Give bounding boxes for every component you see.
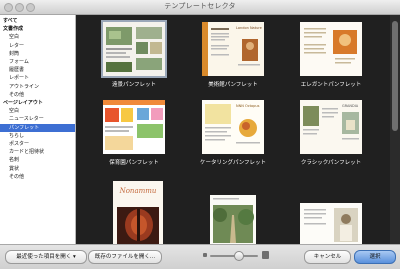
large-thumbnail-icon [262, 251, 269, 259]
chevron-down-icon: ▾ [73, 254, 76, 260]
zoom-slider-knob[interactable] [233, 251, 244, 261]
gallery-scrollbar[interactable] [390, 15, 400, 244]
sidebar-item-label: カードと招待状 [9, 149, 45, 156]
sidebar-item-label: すべて [3, 18, 18, 24]
template-card[interactable]: エレガントパンフレット [296, 20, 366, 95]
sidebar-item[interactable]: パンフレット [0, 123, 75, 132]
sidebar-item-label: その他 [9, 91, 25, 98]
template-label: 遠景パンフレット [111, 82, 157, 88]
template-gallery: 遠景パンフレット London Nature 美術館パンフレット エレガントパン… [76, 15, 390, 244]
sidebar-item-label: 賞状 [9, 165, 20, 172]
catering-heading: NNN Octopus [236, 104, 260, 108]
wedding-brochure-preview [300, 203, 362, 244]
template-thumbnail[interactable] [300, 22, 362, 76]
sidebar-item[interactable]: アウトライン [0, 83, 75, 91]
sidebar-item[interactable]: カードと招待状 [0, 148, 75, 156]
template-thumbnail[interactable] [101, 20, 167, 78]
sidebar-item-label: ニュースレター [9, 116, 44, 123]
sidebar-item-label: ページレイアウト [3, 100, 43, 106]
sidebar-item-label: フォーム [9, 59, 29, 65]
template-thumbnail[interactable] [300, 203, 362, 244]
sidebar-item[interactable]: レポート [0, 74, 75, 82]
template-card[interactable] [296, 177, 366, 244]
sidebar-item-label: パンフレット [9, 124, 40, 131]
template-thumbnail[interactable]: Nonammu [113, 181, 163, 244]
title-bar: テンプレートセレクタ [0, 0, 400, 15]
sidebar-item-label: その他 [9, 173, 25, 180]
sidebar-item-label: ポスター [9, 141, 30, 147]
sidebar-item[interactable]: その他 [0, 173, 75, 181]
elegant-brochure-preview [300, 22, 362, 76]
template-thumbnail[interactable] [103, 100, 165, 154]
cancel-button[interactable]: キャンセル [304, 250, 351, 264]
sidebar-item[interactable]: すべて [0, 17, 75, 25]
choose-button[interactable]: 選択 [354, 250, 396, 264]
template-chooser-window: テンプレートセレクタ すべて 文書作成 空白 レター 封筒 フォーム 履歴書 レ… [0, 0, 400, 269]
museum-heading: London Nature [236, 26, 262, 30]
sidebar-item[interactable]: レター [0, 42, 75, 50]
sidebar-item-label: 文書作成 [3, 26, 24, 33]
landscape-brochure-preview [103, 22, 165, 76]
garden-path-preview [210, 195, 256, 244]
template-label: クラシックパンフレット [300, 160, 362, 166]
sidebar-item-label: 封筒 [9, 50, 20, 57]
sidebar-item-label: 空白 [9, 34, 20, 41]
sidebar-item-label: 名刺 [9, 157, 20, 164]
sidebar-item-label: レター [9, 42, 25, 49]
sidebar-item-label: ちらし [9, 132, 25, 139]
template-card[interactable]: 遠景パンフレット [99, 20, 169, 95]
open-existing-file-button[interactable]: 既存のファイルを開く... [88, 250, 162, 264]
sidebar-item[interactable]: 空白 [0, 33, 75, 41]
classic-heading: GRANDIA [342, 104, 359, 108]
template-label: エレガントパンフレット [300, 82, 362, 88]
sidebar-item[interactable]: ニュースレター [0, 115, 75, 123]
sidebar-item[interactable]: ページレイアウト [0, 99, 75, 107]
recital-heading: Nonammu [119, 187, 157, 195]
open-recent-button[interactable]: 最近使った項目を開く ▾ [5, 250, 87, 264]
template-thumbnail[interactable]: NNN Octopus [202, 100, 264, 154]
museum-brochure-preview [202, 22, 264, 76]
sidebar-item[interactable]: 賞状 [0, 165, 75, 173]
open-recent-label: 最近使った項目を開く [16, 254, 72, 260]
sidebar-item[interactable]: ちらし [0, 132, 75, 140]
template-thumbnail[interactable] [210, 195, 256, 244]
small-thumbnail-icon [203, 253, 207, 257]
sidebar-item[interactable]: ポスター [0, 140, 75, 148]
sidebar-item[interactable]: 封筒 [0, 50, 75, 58]
sidebar-item-label: 空白 [9, 108, 20, 115]
template-label: 保育園パンフレット [109, 160, 159, 166]
template-thumbnail[interactable]: London Nature [202, 22, 264, 76]
template-card[interactable]: GRANDIA クラシックパンフレット [296, 98, 366, 173]
template-label: ケータリングパンフレット [199, 160, 267, 166]
sidebar-item[interactable]: 名刺 [0, 156, 75, 164]
category-sidebar: すべて 文書作成 空白 レター 封筒 フォーム 履歴書 レポート アウトライン … [0, 15, 76, 244]
classic-brochure-preview [300, 100, 362, 154]
sidebar-item[interactable]: 空白 [0, 107, 75, 115]
nursery-brochure-preview [103, 100, 165, 154]
template-label: 美術館パンフレット [208, 82, 258, 88]
template-card[interactable]: NNN Octopus ケータリングパンフレット [198, 98, 268, 173]
template-card[interactable]: London Nature 美術館パンフレット [198, 20, 268, 95]
sidebar-item[interactable]: フォーム [0, 58, 75, 66]
scrollbar-thumb[interactable] [392, 21, 398, 131]
template-card[interactable]: 保育園パンフレット [99, 98, 169, 173]
sidebar-item[interactable]: その他 [0, 91, 75, 99]
sidebar-item[interactable]: 履歴書 [0, 66, 75, 74]
catering-brochure-preview [202, 100, 264, 154]
sidebar-item[interactable]: 文書作成 [0, 25, 75, 33]
window-title: テンプレートセレクタ [164, 2, 236, 10]
sidebar-item-label: アウトライン [9, 83, 40, 90]
template-card[interactable] [198, 177, 268, 244]
sidebar-item-label: 履歴書 [9, 67, 25, 74]
sidebar-item-label: レポート [9, 75, 30, 82]
template-card[interactable]: Nonammu [99, 177, 169, 244]
template-thumbnail[interactable]: GRANDIA [300, 100, 362, 154]
